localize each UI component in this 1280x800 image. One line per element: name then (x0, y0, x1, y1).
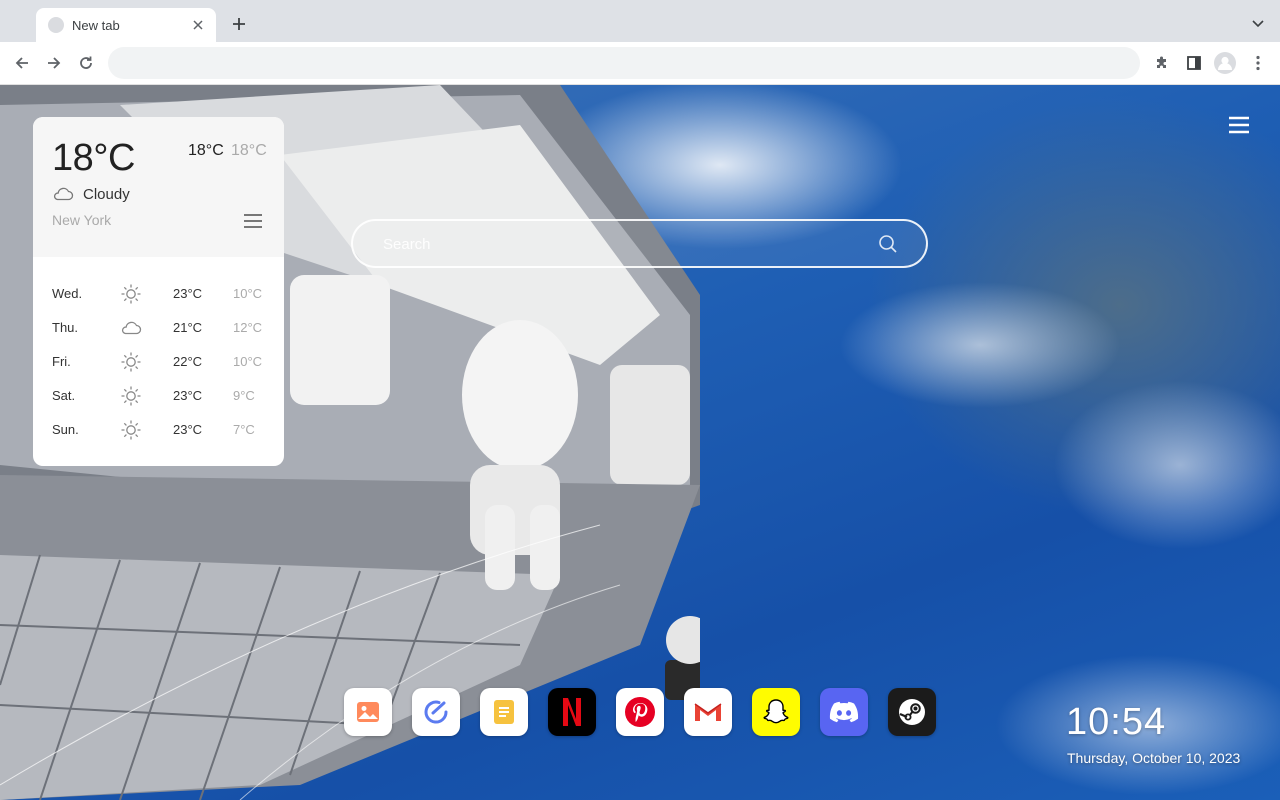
profile-button[interactable] (1213, 51, 1237, 75)
forecast-low: 7°C (233, 422, 255, 437)
arrow-right-icon (48, 57, 61, 69)
forecast-high: 23°C (173, 388, 203, 403)
dock-app-pinterest[interactable] (616, 688, 664, 736)
check-circle-icon (424, 700, 448, 724)
dock-app-snapchat[interactable] (752, 688, 800, 736)
close-icon (193, 20, 203, 30)
forecast-high: 23°C (173, 422, 203, 437)
avatar-icon (1214, 52, 1236, 74)
sun-icon (121, 420, 141, 440)
cloud-icon (53, 187, 74, 201)
hamburger-menu-icon[interactable] (1228, 116, 1250, 134)
forecast-high: 21°C (173, 320, 203, 335)
snapchat-icon (763, 699, 789, 724)
back-button[interactable] (10, 51, 34, 75)
forecast-row: Fri. 22°C 10°C (33, 345, 284, 379)
forecast-low: 9°C (233, 388, 255, 403)
chevron-down-icon (1252, 20, 1264, 28)
forecast-high: 22°C (173, 354, 203, 369)
forecast-day: Fri. (52, 354, 71, 369)
today-high: 18°C (188, 142, 224, 159)
sun-icon (121, 386, 141, 406)
dock-app-notes[interactable] (480, 688, 528, 736)
dock-app-steam[interactable] (888, 688, 936, 736)
plus-icon (233, 18, 245, 30)
dock-app-photos[interactable] (344, 688, 392, 736)
search-bar[interactable] (351, 219, 928, 268)
side-panel-icon (1187, 56, 1201, 70)
dock-app-tasks[interactable] (412, 688, 460, 736)
netflix-icon (563, 698, 581, 726)
side-panel-button[interactable] (1182, 51, 1206, 75)
notes-icon (494, 700, 514, 724)
forecast-row: Wed. 23°C 10°C (33, 277, 284, 311)
pinterest-icon (625, 697, 655, 727)
browser-menu-button[interactable] (1246, 51, 1270, 75)
forecast-day: Thu. (52, 320, 79, 335)
weather-condition: Cloudy (83, 186, 130, 203)
forecast-day: Wed. (52, 286, 83, 301)
forecast-list: Wed. 23°C 10°C Thu. 21°C 12°C Fri. 22°C … (33, 277, 284, 447)
dock-app-netflix[interactable] (548, 688, 596, 736)
address-bar[interactable] (108, 47, 1140, 79)
weather-widget[interactable]: 18°C 18°C 18°C Cloudy New York Wed. 23°C… (33, 117, 284, 466)
browser-toolbar (0, 42, 1280, 85)
photo-icon (357, 702, 379, 722)
tab-search-button[interactable] (1248, 14, 1268, 34)
steam-icon (899, 699, 925, 725)
tab-title: New tab (72, 17, 120, 33)
search-icon[interactable] (878, 234, 898, 254)
weather-summary: 18°C 18°C 18°C Cloudy New York (33, 117, 284, 257)
globe-icon (48, 17, 64, 33)
forward-button[interactable] (42, 51, 66, 75)
forecast-day: Sat. (52, 388, 76, 403)
weather-menu-icon[interactable] (243, 213, 263, 229)
sun-icon (121, 352, 141, 372)
clock-time: 10:54 (1066, 701, 1167, 743)
forecast-row: Sat. 23°C 9°C (33, 379, 284, 413)
tab-strip: New tab (0, 0, 1280, 42)
reload-button[interactable] (74, 51, 98, 75)
forecast-low: 10°C (233, 354, 263, 369)
current-temperature: 18°C (52, 137, 135, 179)
cloud-icon (121, 321, 142, 335)
dock-app-discord[interactable] (820, 688, 868, 736)
reload-icon (80, 56, 92, 69)
forecast-row: Thu. 21°C 12°C (33, 311, 284, 345)
kebab-menu-icon (1256, 55, 1260, 71)
discord-icon (829, 701, 859, 723)
arrow-left-icon (15, 57, 28, 69)
forecast-low: 12°C (233, 320, 263, 335)
forecast-high: 23°C (173, 286, 203, 301)
forecast-day: Sun. (52, 422, 79, 437)
forecast-low: 10°C (233, 286, 263, 301)
weather-city: New York (52, 212, 112, 228)
new-tab-button[interactable] (228, 13, 250, 35)
puzzle-icon (1157, 56, 1166, 68)
forecast-row: Sun. 23°C 7°C (33, 413, 284, 447)
tab-new-tab[interactable]: New tab (36, 8, 216, 42)
dock-app-gmail[interactable] (684, 688, 732, 736)
gmail-icon (694, 703, 722, 721)
today-low: 18°C (231, 142, 267, 159)
sun-icon (121, 284, 141, 304)
close-tab-button[interactable] (190, 17, 206, 33)
search-input[interactable] (383, 233, 863, 255)
extensions-button[interactable] (1150, 51, 1174, 75)
clock-date: Thursday, October 10, 2023 (1067, 750, 1241, 766)
